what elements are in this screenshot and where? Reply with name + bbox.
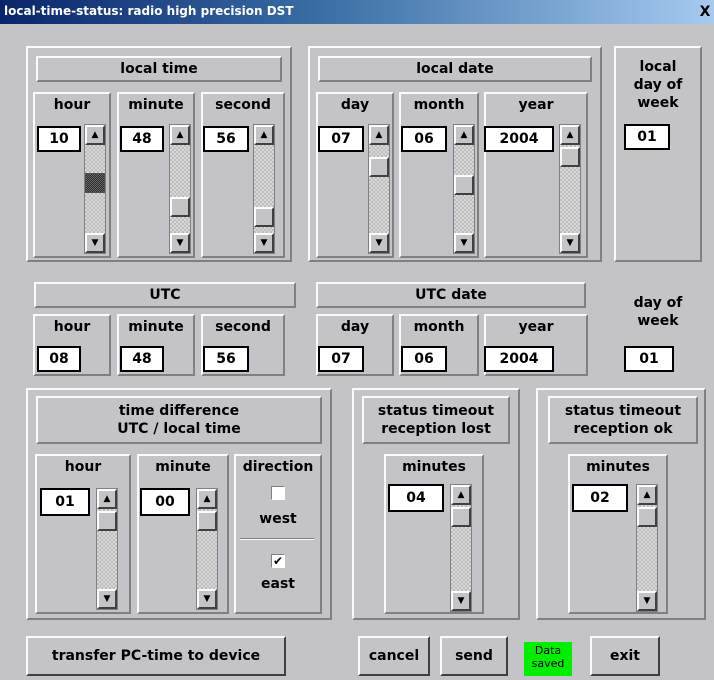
direction-label: direction [242,459,314,475]
local-day-label: day [340,97,370,113]
scroll-thumb[interactable] [97,511,117,531]
scroll-down-arrow-icon[interactable]: ▼ [637,591,657,611]
local-dow-header: local day of week [633,59,683,111]
scroll-thumb[interactable] [369,157,389,177]
local-second-label: second [215,97,271,113]
local-dow-field[interactable]: 01 [624,124,670,150]
local-month-scrollbar[interactable]: ▲ ▼ [453,124,475,254]
scroll-thumb[interactable] [454,175,474,195]
scroll-up-arrow-icon[interactable]: ▲ [254,125,274,145]
scroll-down-arrow-icon[interactable]: ▼ [85,233,105,253]
scroll-up-arrow-icon[interactable]: ▲ [197,489,217,509]
data-saved-status: Data saved [524,642,572,676]
utc-month-field[interactable]: 06 [401,346,447,372]
utc-minute-field[interactable]: 48 [120,346,164,372]
local-time-header: local time [36,56,282,82]
utc-second-field[interactable]: 56 [203,346,249,372]
cancel-button[interactable]: cancel [358,636,430,676]
local-second-field[interactable]: 56 [203,126,249,152]
send-button[interactable]: send [440,636,508,676]
transfer-pc-time-button[interactable]: transfer PC-time to device [26,636,286,676]
close-icon[interactable]: X [696,3,714,21]
scroll-thumb[interactable] [451,507,471,527]
local-year-label: year [518,97,554,113]
local-month-label: month [413,97,465,113]
west-checkbox[interactable] [271,486,285,500]
scroll-up-arrow-icon[interactable]: ▲ [369,125,389,145]
diff-hour-label: hour [64,459,102,475]
utc-day-field[interactable]: 07 [318,346,364,372]
utc-dow-field[interactable]: 01 [624,346,674,372]
scroll-down-arrow-icon[interactable]: ▼ [254,233,274,253]
west-label[interactable]: west [234,510,322,528]
scroll-up-arrow-icon[interactable]: ▲ [97,489,117,509]
timeout-lost-scrollbar[interactable]: ▲ ▼ [450,484,472,612]
timeout-ok-scrollbar[interactable]: ▲ ▼ [636,484,658,612]
scroll-up-arrow-icon[interactable]: ▲ [560,125,580,145]
scroll-up-arrow-icon[interactable]: ▲ [451,485,471,505]
east-label[interactable]: east [234,575,322,593]
scroll-up-arrow-icon[interactable]: ▲ [170,125,190,145]
utc-hour-field[interactable]: 08 [37,346,81,372]
local-hour-scrollbar[interactable]: ▲ ▼ [84,124,106,254]
diff-hour-field[interactable]: 01 [40,488,90,516]
scroll-thumb[interactable] [254,207,274,227]
scroll-thumb[interactable] [197,511,217,531]
local-date-header: local date [318,56,592,82]
timeout-ok-minutes-label: minutes [586,459,650,475]
scroll-thumb[interactable] [560,147,580,167]
east-checkbox[interactable]: ✔ [271,554,285,568]
scroll-up-arrow-icon[interactable]: ▲ [85,125,105,145]
local-minute-label: minute [128,97,184,113]
diff-minute-scrollbar[interactable]: ▲ ▼ [196,488,218,610]
local-month-field[interactable]: 06 [401,126,447,152]
utc-second-label: second [215,319,271,335]
scroll-up-arrow-icon[interactable]: ▲ [637,485,657,505]
timeout-lost-header: status timeout reception lost [362,396,510,444]
scroll-down-arrow-icon[interactable]: ▼ [197,589,217,609]
local-day-field[interactable]: 07 [318,126,364,152]
utc-date-header: UTC date [316,282,586,308]
timeout-lost-minutes-label: minutes [402,459,466,475]
utc-day-label: day [340,319,370,335]
scroll-down-arrow-icon[interactable]: ▼ [170,233,190,253]
scroll-thumb[interactable] [85,173,105,193]
exit-button[interactable]: exit [590,636,660,676]
utc-hour-label: hour [53,319,91,335]
timeout-ok-field[interactable]: 02 [572,484,628,512]
local-hour-field[interactable]: 10 [37,126,81,152]
diff-minute-field[interactable]: 00 [140,488,190,516]
timeout-lost-field[interactable]: 04 [388,484,444,512]
scroll-down-arrow-icon[interactable]: ▼ [454,233,474,253]
timeout-ok-header: status timeout reception ok [548,396,698,444]
utc-month-label: month [413,319,465,335]
utc-year-field[interactable]: 2004 [484,346,554,372]
local-day-scrollbar[interactable]: ▲ ▼ [368,124,390,254]
scroll-down-arrow-icon[interactable]: ▼ [451,591,471,611]
local-second-scrollbar[interactable]: ▲ ▼ [253,124,275,254]
utc-dow-header: day of week [633,295,683,329]
time-diff-header: time difference UTC / local time [36,396,322,444]
direction-divider [240,538,314,540]
title-bar: local-time-status: radio high precision … [0,0,714,24]
local-minute-field[interactable]: 48 [120,126,164,152]
scroll-down-arrow-icon[interactable]: ▼ [369,233,389,253]
scroll-up-arrow-icon[interactable]: ▲ [454,125,474,145]
diff-minute-label: minute [155,459,211,475]
window-title: local-time-status: radio high precision … [4,4,294,18]
utc-time-header: UTC [34,282,296,308]
scroll-down-arrow-icon[interactable]: ▼ [560,233,580,253]
local-hour-label: hour [53,97,91,113]
local-year-scrollbar[interactable]: ▲ ▼ [559,124,581,254]
diff-hour-scrollbar[interactable]: ▲ ▼ [96,488,118,610]
local-year-field[interactable]: 2004 [484,126,554,152]
utc-year-label: year [518,319,554,335]
utc-minute-label: minute [128,319,184,335]
local-minute-scrollbar[interactable]: ▲ ▼ [169,124,191,254]
scroll-thumb[interactable] [637,507,657,527]
scroll-thumb[interactable] [170,197,190,217]
scroll-down-arrow-icon[interactable]: ▼ [97,589,117,609]
